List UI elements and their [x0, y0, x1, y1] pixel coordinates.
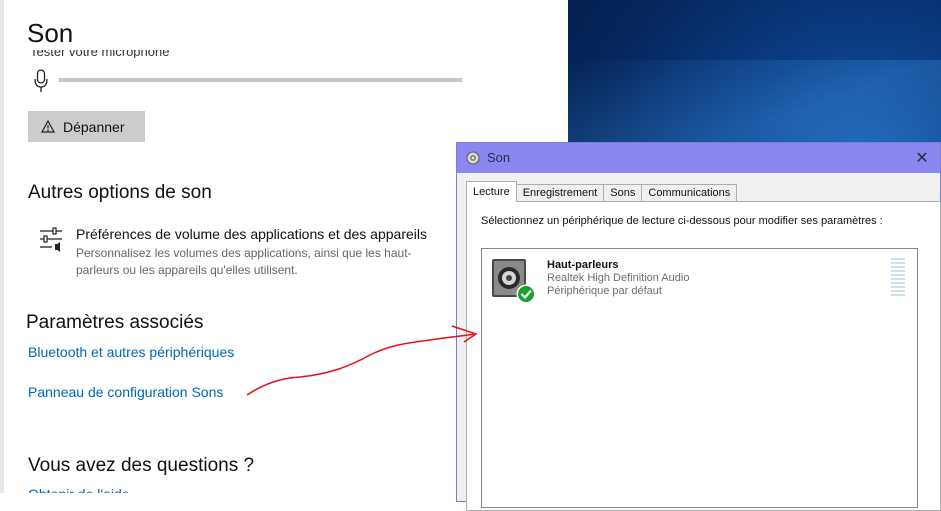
playback-panel: Sélectionnez un périphérique de lecture …: [466, 201, 941, 511]
playback-instruction: Sélectionnez un périphérique de lecture …: [481, 215, 883, 227]
app-volume-link[interactable]: Préférences de volume des applications e…: [76, 226, 427, 242]
sound-control-panel-link[interactable]: Panneau de configuration Sons: [28, 384, 223, 400]
device-driver: Realtek High Definition Audio: [547, 272, 690, 284]
microphone-icon: [34, 69, 48, 92]
volume-mixer-icon: [40, 227, 62, 252]
dialog-titlebar[interactable]: Son ✕: [457, 143, 940, 173]
dialog-title: Son: [487, 150, 511, 165]
device-status: Périphérique par défaut: [547, 285, 662, 297]
bluetooth-link[interactable]: Bluetooth et autres périphériques: [28, 344, 234, 360]
troubleshoot-label: Dépanner: [63, 118, 125, 135]
help-link[interactable]: Obtenir de l'aide: [28, 486, 130, 493]
window-left-edge: [0, 0, 4, 493]
default-check-icon: [518, 286, 534, 302]
page-title: Son: [27, 18, 74, 48]
dialog-tabs: Lecture Enregistrement Sons Communicatio…: [466, 181, 738, 202]
tab-communications[interactable]: Communications: [641, 184, 738, 202]
tab-lecture[interactable]: Lecture: [466, 181, 517, 202]
tab-sons[interactable]: Sons: [603, 184, 643, 202]
related-settings-heading: Paramètres associés: [26, 312, 204, 333]
desktop-light-beam: [568, 60, 941, 150]
sound-app-icon: [466, 151, 480, 165]
speaker-icon: [492, 259, 536, 304]
app-volume-description: Personnalisez les volumes des applicatio…: [76, 246, 412, 277]
warning-icon: [41, 120, 55, 133]
volume-meter: [891, 258, 905, 298]
mic-level-bar: [59, 78, 462, 82]
troubleshoot-button[interactable]: Dépanner: [28, 111, 145, 142]
tab-enregistrement[interactable]: Enregistrement: [515, 184, 605, 202]
more-options-heading: Autres options de son: [28, 182, 212, 203]
device-name: Haut-parleurs: [547, 259, 619, 271]
close-icon[interactable]: ✕: [912, 148, 932, 168]
device-list[interactable]: Haut-parleurs Realtek High Definition Au…: [481, 248, 918, 508]
questions-heading: Vous avez des questions ?: [28, 455, 255, 476]
sound-dialog: Son ✕ Lecture Enregistrement Sons Commun…: [456, 142, 941, 511]
